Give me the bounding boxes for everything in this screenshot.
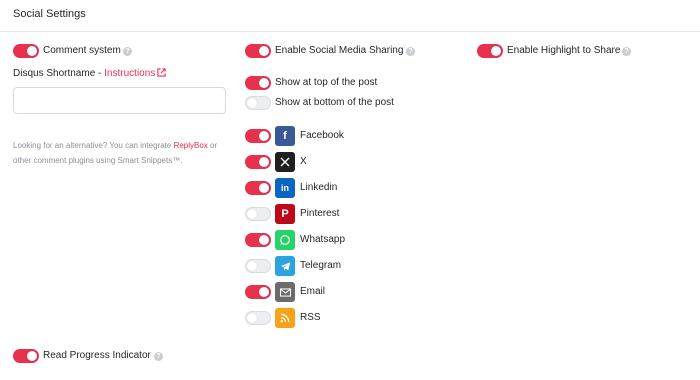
disqus-shortname-input[interactable]	[13, 87, 226, 114]
comment-system-toggle[interactable]	[13, 44, 39, 58]
toggle-knob	[247, 261, 257, 271]
pinterest-icon: P	[275, 204, 295, 224]
whatsapp-label: Whatsapp	[300, 234, 346, 245]
comment-system-label: Comment system	[43, 45, 121, 56]
toggle-knob	[491, 46, 501, 56]
toggle-knob	[259, 287, 269, 297]
show-bottom-toggle[interactable]	[245, 96, 271, 110]
disqus-shortname-text: Disqus Shortname -	[13, 68, 105, 79]
whatsapp-icon	[275, 230, 295, 250]
help-icon[interactable]: ?	[123, 47, 132, 56]
pinterest-label: Pinterest	[300, 208, 340, 219]
toggle-knob	[247, 209, 257, 219]
whatsapp-toggle[interactable]	[245, 233, 271, 247]
x-icon	[275, 152, 295, 172]
toggle-knob	[259, 46, 269, 56]
x-toggle[interactable]	[245, 155, 271, 169]
highlight-share-toggle[interactable]	[477, 44, 503, 58]
telegram-label: Telegram	[300, 260, 342, 271]
facebook-toggle[interactable]	[245, 129, 271, 143]
email-icon	[275, 282, 295, 302]
instructions-link[interactable]: Instructions	[104, 68, 155, 79]
toggle-knob	[27, 46, 37, 56]
external-link-icon[interactable]	[157, 68, 166, 80]
toggle-knob	[259, 235, 269, 245]
toggle-knob	[247, 98, 257, 108]
settings-header: Social Settings	[0, 0, 700, 32]
email-toggle[interactable]	[245, 285, 271, 299]
linkedin-toggle[interactable]	[245, 181, 271, 195]
toggle-knob	[259, 131, 269, 141]
telegram-icon	[275, 256, 295, 276]
show-top-label: Show at top of the post	[275, 77, 378, 88]
read-progress-toggle[interactable]	[13, 349, 39, 363]
replybox-link[interactable]: ReplyBox	[174, 141, 208, 150]
telegram-toggle[interactable]	[245, 259, 271, 273]
rss-icon	[275, 308, 295, 328]
rss-label: RSS	[300, 312, 321, 323]
help-icon[interactable]: ?	[406, 47, 415, 56]
hint-text: Looking for an alternative? You can inte…	[13, 141, 174, 150]
email-label: Email	[300, 286, 326, 297]
help-icon[interactable]: ?	[154, 352, 163, 361]
page-title: Social Settings	[13, 8, 86, 20]
pinterest-toggle[interactable]	[245, 207, 271, 221]
alternative-hint: Looking for an alternative? You can inte…	[13, 138, 233, 168]
toggle-knob	[259, 78, 269, 88]
toggle-knob	[247, 313, 257, 323]
highlight-share-label: Enable Highlight to Share	[507, 45, 621, 56]
rss-toggle[interactable]	[245, 311, 271, 325]
linkedin-icon: in	[275, 178, 295, 198]
facebook-icon: f	[275, 126, 295, 146]
toggle-knob	[27, 351, 37, 361]
toggle-knob	[259, 157, 269, 167]
disqus-shortname-label: Disqus Shortname - Instructions	[13, 68, 166, 80]
show-bottom-label: Show at bottom of the post	[275, 97, 394, 108]
toggle-knob	[259, 183, 269, 193]
read-progress-label: Read Progress Indicator	[43, 350, 151, 361]
help-icon[interactable]: ?	[622, 47, 631, 56]
facebook-label: Facebook	[300, 130, 344, 141]
social-sharing-label: Enable Social Media Sharing	[275, 45, 404, 56]
show-top-toggle[interactable]	[245, 76, 271, 90]
social-sharing-toggle[interactable]	[245, 44, 271, 58]
linkedin-label: Linkedin	[300, 182, 338, 193]
x-label: X	[300, 156, 307, 167]
